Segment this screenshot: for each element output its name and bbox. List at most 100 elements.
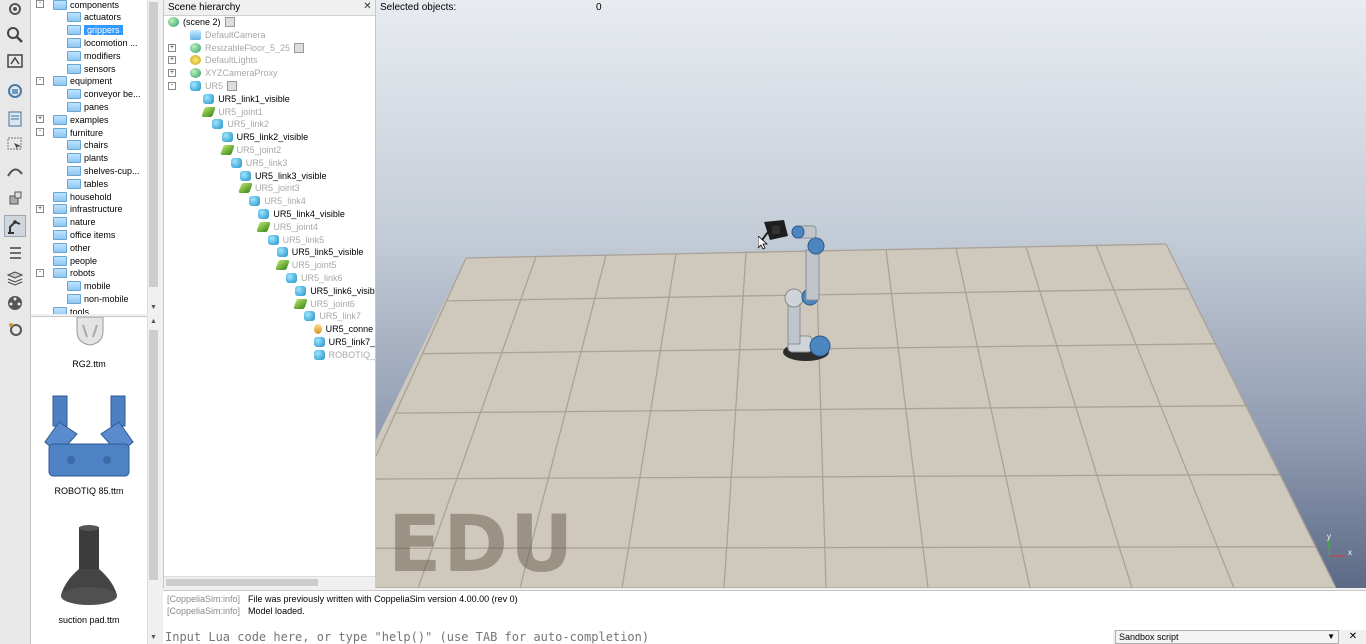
hierarchy-item[interactable]: UR5_link3 — [230, 157, 287, 169]
gear-icon[interactable] — [4, 0, 26, 20]
hierarchy-item[interactable]: UR5_link6 — [286, 272, 343, 284]
model-tree-item[interactable]: modifiers — [67, 49, 121, 62]
model-item-rg2[interactable]: RG2.ttm — [31, 317, 147, 372]
scene-viewport[interactable]: Selected objects: 0 EDU y x — [376, 0, 1366, 588]
model-tree-item[interactable]: plants — [67, 152, 108, 165]
scrollbar-thumb[interactable] — [149, 330, 158, 580]
scrollbar-thumb[interactable] — [166, 579, 318, 586]
model-tree-item[interactable]: grippers — [67, 24, 123, 37]
list-icon[interactable] — [4, 242, 26, 264]
close-icon[interactable]: ✕ — [1346, 631, 1360, 643]
selection-icon[interactable] — [4, 133, 26, 155]
fit-view-icon[interactable] — [4, 50, 26, 72]
model-tree-item[interactable]: conveyor be... — [67, 88, 141, 101]
camera-rotate-icon[interactable] — [4, 80, 26, 102]
hierarchy-item[interactable]: UR5_link2 — [212, 118, 269, 130]
model-tree-item[interactable]: nature — [53, 216, 96, 229]
model-tree-scrollbar[interactable]: ▼ — [147, 0, 159, 314]
model-tree-item[interactable]: actuators — [67, 11, 121, 24]
hierarchy-item[interactable]: UR5_joint2 — [219, 144, 281, 156]
expand-icon[interactable]: + — [168, 43, 176, 52]
model-tree-item[interactable]: - furniture — [36, 126, 103, 139]
hierarchy-item[interactable]: UR5_joint3 — [238, 182, 300, 194]
expand-icon[interactable]: + — [36, 115, 44, 124]
scrollbar-thumb[interactable] — [149, 2, 158, 287]
model-tree-item[interactable]: tables — [67, 177, 108, 190]
collapse-icon[interactable]: - — [36, 0, 44, 8]
hierarchy-item[interactable]: ResizableFloor_5_25 + — [168, 42, 305, 54]
hierarchy-item[interactable]: UR5_joint4 — [256, 221, 318, 233]
model-tree-item[interactable]: panes — [67, 100, 109, 113]
zoom-icon[interactable] — [4, 24, 26, 46]
model-tree-item[interactable]: chairs — [67, 139, 108, 152]
hierarchy-item[interactable]: UR5_link1_visible — [203, 93, 290, 105]
model-tree-item[interactable]: locomotion ... — [67, 36, 138, 49]
model-tree-item[interactable]: - equipment — [36, 75, 112, 88]
close-icon[interactable]: ✕ — [362, 2, 373, 13]
hierarchy-item[interactable]: DefaultCamera — [190, 29, 266, 41]
hierarchy-item[interactable]: UR5_link7_ — [313, 336, 375, 348]
hierarchy-item[interactable]: UR5 - — [168, 80, 238, 92]
hierarchy-item[interactable]: DefaultLights + — [168, 54, 258, 66]
page-icon[interactable] — [4, 108, 26, 130]
hierarchy-item[interactable]: UR5_conne — [313, 323, 373, 335]
collapse-icon[interactable]: - — [36, 268, 44, 277]
model-item-suction-pad[interactable]: suction pad.ttm — [31, 525, 147, 637]
model-tree-item[interactable]: shelves-cup... — [67, 164, 140, 177]
hierarchy-item[interactable]: UR5_link3_visible — [240, 170, 327, 182]
scroll-up-arrow-icon[interactable]: ▲ — [148, 316, 159, 328]
hierarchy-item[interactable]: UR5_link6_visib — [295, 285, 375, 297]
hierarchy-item-label: UR5_joint5 — [291, 260, 337, 271]
hierarchy-item[interactable]: UR5_link2_visible — [221, 131, 308, 143]
lua-command-input[interactable] — [163, 630, 1113, 644]
script-icon[interactable] — [294, 42, 305, 53]
collapse-icon[interactable]: - — [168, 82, 176, 90]
model-tree-item[interactable]: household — [53, 190, 112, 203]
hierarchy-item[interactable]: UR5_link7 — [304, 310, 361, 322]
model-tree-item[interactable]: tools — [53, 305, 89, 314]
model-tree-item[interactable]: non-mobile — [67, 292, 129, 305]
hierarchy-item[interactable]: XYZCameraProxy + — [168, 67, 278, 79]
hierarchy-item[interactable]: UR5_link5 — [267, 234, 324, 246]
hierarchy-item[interactable]: UR5_link4_visible — [258, 208, 345, 220]
model-tree-item[interactable]: office items — [53, 228, 115, 241]
hierarchy-item[interactable]: UR5_joint1 — [201, 106, 263, 118]
script-icon[interactable] — [227, 81, 238, 91]
hierarchy-item[interactable]: UR5_joint6 — [293, 298, 355, 310]
robot-arm-icon[interactable] — [4, 215, 26, 237]
model-tree-item[interactable]: + infrastructure — [36, 203, 123, 216]
settings-icon[interactable] — [4, 318, 26, 340]
collapse-icon[interactable]: - — [36, 128, 44, 136]
hierarchy-item[interactable]: ROBOTIQ_ — [313, 349, 375, 361]
collapse-icon[interactable]: - — [36, 76, 44, 85]
layers-icon[interactable] — [4, 267, 26, 289]
hierarchy-horizontal-scrollbar[interactable] — [164, 576, 375, 588]
folder-icon — [53, 0, 67, 10]
hierarchy-item[interactable]: (scene 2) — [168, 16, 235, 28]
expand-icon[interactable]: + — [168, 56, 176, 65]
model-item-robotiq-85[interactable]: ROBOTIQ 85.ttm — [31, 392, 147, 502]
hierarchy-item[interactable]: UR5_link4 — [249, 195, 306, 207]
model-tree-item[interactable]: people — [53, 254, 97, 267]
script-selector-dropdown[interactable]: Sandbox script ▼ — [1115, 630, 1339, 644]
hierarchy-item[interactable]: UR5_link5_visible — [276, 246, 363, 258]
model-tree-item[interactable]: - components — [36, 0, 119, 11]
object-move-icon[interactable] — [4, 188, 26, 210]
scroll-down-arrow-icon[interactable]: ▼ — [148, 632, 159, 644]
expand-icon[interactable]: + — [36, 204, 44, 213]
folder-icon — [67, 63, 81, 74]
hierarchy-item[interactable]: UR5_joint5 — [274, 259, 337, 271]
film-icon[interactable] — [4, 292, 26, 314]
model-tree-item[interactable]: mobile — [67, 280, 111, 293]
model-tree-item[interactable]: sensors — [67, 62, 116, 75]
model-thumbs-scrollbar[interactable]: ▲ ▼ — [147, 316, 159, 644]
model-tree-item[interactable]: other — [53, 241, 91, 254]
model-tree-item[interactable]: + examples — [36, 113, 109, 126]
path-icon[interactable] — [4, 160, 26, 182]
expand-icon[interactable]: + — [168, 69, 176, 78]
scroll-down-arrow-icon[interactable]: ▼ — [148, 302, 159, 314]
console-line-tag: [CoppeliaSim:info] — [167, 594, 241, 604]
hierarchy-item-label: UR5_link4_visible — [273, 209, 345, 219]
script-icon[interactable] — [224, 17, 235, 27]
model-tree-item[interactable]: - robots — [36, 267, 95, 280]
